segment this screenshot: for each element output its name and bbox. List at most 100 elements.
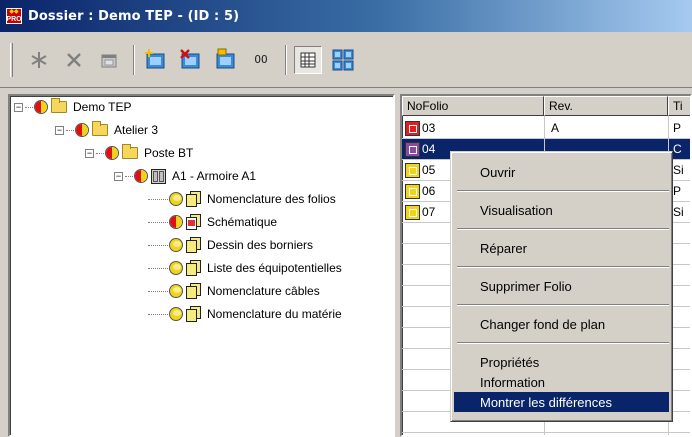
column-header-nofolio[interactable]: NoFolio (402, 96, 544, 116)
properties-button[interactable] (95, 46, 123, 74)
tree-item-armoire-a1[interactable]: − A1 - Armoire A1 (114, 167, 256, 185)
tree-item-label: Nomenclature du matérie (207, 307, 342, 321)
tree-item-label: Demo TEP (73, 100, 132, 114)
tree-line (148, 198, 168, 200)
copy-folio-button[interactable] (212, 46, 240, 74)
status-partial-icon (34, 100, 48, 114)
menu-item-proprietes[interactable]: Propriétés (454, 352, 669, 372)
column-header-rev[interactable]: Rev. (544, 96, 668, 116)
status-partial-icon (169, 215, 183, 229)
remove-folio-icon (180, 48, 200, 68)
grid-line (402, 432, 690, 433)
oo-label: OO (254, 53, 268, 66)
menu-item-visualisation[interactable]: Visualisation (454, 200, 669, 220)
tree-line (148, 313, 168, 315)
folio-ok-icon (405, 183, 420, 199)
menu-item-montrer-differences[interactable]: Montrer les différences (454, 392, 669, 412)
menu-item-reparer[interactable]: Réparer (454, 238, 669, 258)
tree-line (25, 106, 33, 108)
delete-icon (67, 52, 81, 67)
menu-separator (457, 228, 669, 230)
list-header: NoFolio Rev. Ti (402, 96, 690, 116)
status-ok-icon (169, 261, 183, 275)
tree-item-schematique[interactable]: Schématique (148, 213, 277, 231)
document-icon (186, 282, 201, 300)
table-row[interactable]: 03 A P (402, 118, 690, 138)
menu-item-supprimer-folio[interactable]: Supprimer Folio (454, 276, 669, 296)
menu-item-changer-fond-de-plan[interactable]: Changer fond de plan (454, 314, 669, 334)
menu-separator (457, 342, 669, 344)
new-icon (31, 51, 47, 68)
delete-button[interactable] (60, 46, 88, 74)
new-button[interactable] (25, 46, 53, 74)
title-cell: P (668, 118, 690, 138)
tree-item-atelier-3[interactable]: − Atelier 3 (55, 121, 158, 139)
collapse-icon[interactable]: − (85, 148, 94, 158)
folio-number: 05 (422, 163, 436, 177)
document-icon (186, 259, 201, 277)
tree-item-equipotentielles[interactable]: Liste des équipotentielles (148, 259, 342, 277)
toolbar-separator (133, 44, 135, 75)
collapse-icon[interactable]: − (14, 102, 23, 112)
tree-item-label: Schématique (207, 215, 278, 229)
copy-folio-icon (216, 48, 235, 68)
document-icon (186, 305, 201, 323)
properties-icon (101, 54, 117, 67)
folder-icon (51, 98, 67, 113)
tree-view-icon (332, 49, 354, 70)
tree-item-poste-bt[interactable]: − Poste BT (85, 144, 193, 162)
schematic-document-icon (186, 213, 201, 231)
grid-line (402, 138, 690, 139)
folio-ok-icon (405, 204, 420, 220)
add-folio-button[interactable] (142, 46, 170, 74)
window-title: Dossier : Demo TEP - (ID : 5) (28, 8, 240, 24)
remove-folio-button[interactable] (177, 46, 205, 74)
tree-item-nomenclature-cables[interactable]: Nomenclature câbles (148, 282, 320, 300)
status-partial-icon (105, 146, 119, 160)
tree-view-button[interactable] (329, 46, 357, 74)
folio-number: 06 (422, 184, 436, 198)
document-icon (186, 190, 201, 208)
title-bar[interactable]: ◆◆ PRO Dossier : Demo TEP - (ID : 5) (0, 0, 692, 32)
folio-open-icon (405, 141, 420, 157)
add-folio-icon (145, 48, 165, 68)
tree-item-dessin-borniers[interactable]: Dessin des borniers (148, 236, 313, 254)
list-view-button[interactable] (294, 45, 322, 74)
oo-button[interactable]: OO (247, 46, 275, 74)
menu-separator (457, 304, 669, 306)
menu-separator (457, 190, 669, 192)
tree-line (148, 221, 168, 223)
tree-line (148, 244, 168, 246)
tree-line (66, 129, 74, 131)
folder-icon (92, 121, 108, 136)
tree-item-label: Dessin des borniers (207, 238, 314, 252)
tree-line (148, 290, 168, 292)
tree-item-nomenclature-folios[interactable]: Nomenclature des folios (148, 190, 336, 208)
status-partial-icon (75, 123, 89, 137)
tree-line (148, 267, 168, 269)
tree-item-nomenclature-materiel[interactable]: Nomenclature du matérie (148, 305, 342, 323)
menu-item-information[interactable]: Information (454, 372, 669, 392)
status-ok-icon (169, 307, 183, 321)
status-partial-icon (134, 169, 148, 183)
cabinet-icon (151, 168, 166, 184)
column-header-title[interactable]: Ti (668, 96, 690, 116)
collapse-icon[interactable]: − (114, 171, 123, 181)
toolbar-separator (285, 44, 287, 75)
tree-item-label: Poste BT (144, 146, 194, 160)
app-logo-icon: ◆◆ PRO (6, 8, 22, 24)
folder-icon (122, 144, 138, 159)
tree-item-demo-tep[interactable]: − Demo TEP (14, 98, 131, 116)
collapse-icon[interactable]: − (55, 125, 64, 135)
status-ok-icon (169, 238, 183, 252)
menu-item-ouvrir[interactable]: Ouvrir (454, 162, 669, 182)
toolbar: OO (0, 32, 692, 88)
project-tree[interactable]: − Demo TEP − Atelier 3 − Poste BT − A1 -… (8, 94, 395, 437)
document-icon (186, 236, 201, 254)
folio-number: 04 (422, 142, 436, 156)
folio-number: 07 (422, 205, 436, 219)
tree-item-label: Nomenclature câbles (207, 284, 320, 298)
list-view-icon (300, 52, 316, 67)
folio-ok-icon (405, 162, 420, 178)
toolbar-grip[interactable] (10, 42, 13, 77)
